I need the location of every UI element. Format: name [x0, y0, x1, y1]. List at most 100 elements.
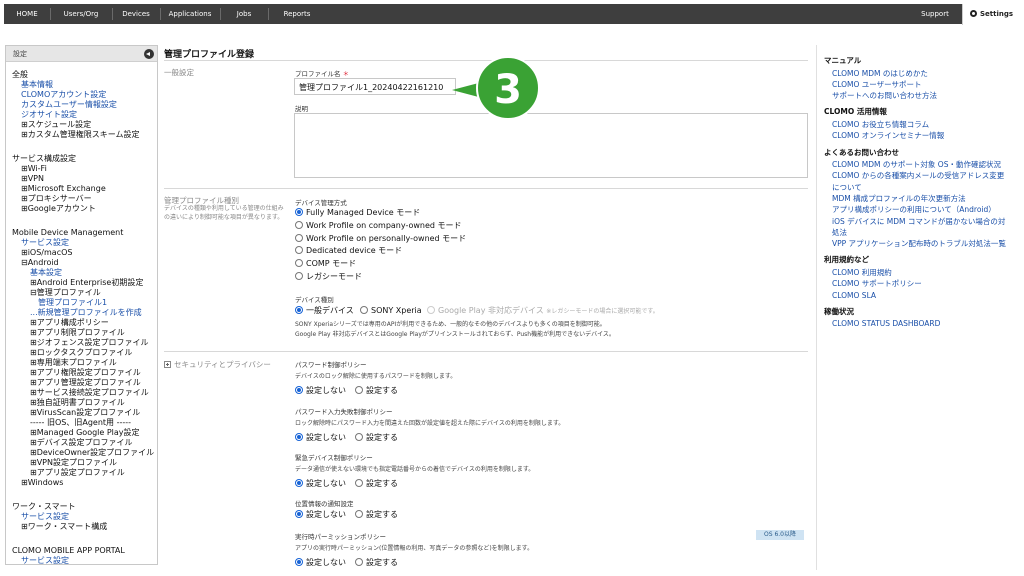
nav-reports[interactable]: Reports	[272, 4, 322, 24]
sidebar-item[interactable]: 全般	[12, 70, 28, 80]
gear-icon	[969, 10, 977, 17]
sidebar-item[interactable]: 基本情報	[21, 80, 53, 90]
sidebar-item[interactable]: ⊞VPN	[21, 174, 44, 184]
help-link[interactable]: サポートへのお問い合わせ方法	[832, 91, 937, 101]
device-mgmt-option[interactable]: Work Profile on company-owned モード	[295, 220, 462, 231]
sidebar-item[interactable]: ワーク・スマート	[12, 502, 76, 512]
sidebar-item[interactable]: サービス設定	[21, 512, 69, 522]
help-link[interactable]: CLOMO お役立ち情報コラム	[832, 120, 929, 130]
policy-option-enabled[interactable]: 設定する	[355, 479, 398, 489]
help-link[interactable]: MDM 構成プロファイルの年次更新方法	[832, 194, 966, 204]
sidebar-item[interactable]: ⊞専用端末プロファイル	[30, 358, 117, 368]
sidebar-item[interactable]: ⊞アプリ制限プロファイル	[30, 328, 125, 338]
sidebar-item[interactable]: ⊞サービス接続設定プロファイル	[30, 388, 149, 398]
sidebar-item[interactable]: ⊞アプリ管理設定プロファイル	[30, 378, 141, 388]
sidebar-item[interactable]: ⊞アプリ設定プロファイル	[30, 468, 125, 478]
sidebar-item[interactable]: ⊞ジオフェンス設定プロファイル	[30, 338, 149, 348]
sidebar-item[interactable]: ⊞VirusScan設定プロファイル	[30, 408, 140, 418]
help-link[interactable]: iOS デバイスに MDM コマンドが届かない場合の対	[832, 217, 1005, 227]
policy-option-disabled[interactable]: 設定しない	[295, 386, 346, 396]
nav-home[interactable]: HOME	[8, 4, 46, 24]
nav-jobs[interactable]: Jobs	[224, 4, 264, 24]
radio-selected-icon	[295, 510, 303, 518]
sidebar-item[interactable]: ...新規管理プロファイルを作成	[30, 308, 142, 318]
help-link[interactable]: CLOMO MDM のはじめかた	[832, 69, 928, 79]
radio-icon	[355, 433, 363, 441]
sidebar-item[interactable]: ⊟管理プロファイル	[30, 288, 101, 298]
sidebar-item[interactable]: ⊞Windows	[21, 478, 63, 488]
help-link[interactable]: について	[832, 183, 862, 193]
sidebar-item[interactable]: ⊞Managed Google Play設定	[30, 428, 140, 438]
section-label-security[interactable]: セキュリティとプライバシー	[164, 359, 271, 370]
sidebar-item[interactable]: ⊞Android Enterprise初期設定	[30, 278, 143, 288]
nav-support[interactable]: Support	[914, 4, 956, 24]
collapse-sidebar-icon[interactable]	[144, 49, 154, 59]
sidebar-item[interactable]: ⊞ワーク・スマート構成	[21, 522, 107, 532]
sidebar-item[interactable]: ⊞Googleアカウント	[21, 204, 96, 214]
help-link[interactable]: 処法	[832, 228, 847, 238]
policy-option-disabled[interactable]: 設定しない	[295, 510, 346, 520]
nav-separator	[268, 8, 269, 20]
help-link[interactable]: VPP アプリケーション配布時のトラブル対処法一覧	[832, 239, 1006, 249]
device-mgmt-option[interactable]: COMP モード	[295, 259, 356, 269]
profile-name-input[interactable]: 管理プロファイル1_20240422161210	[294, 78, 456, 95]
sidebar-item[interactable]: ⊞VPN設定プロファイル	[30, 458, 117, 468]
device-mgmt-option[interactable]: Dedicated device モード	[295, 246, 402, 256]
help-link[interactable]: アプリ構成ポリシーの利用について（Android）	[832, 205, 996, 215]
sidebar-item[interactable]: ⊞アプリ権限設定プロファイル	[30, 368, 141, 378]
policy-option-disabled[interactable]: 設定しない	[295, 433, 346, 443]
device-mgmt-option-label: Dedicated device モード	[306, 246, 403, 256]
sidebar-item[interactable]: ジオサイト設定	[21, 110, 77, 120]
sidebar-item[interactable]: サービス設定	[21, 556, 69, 564]
nav-strip	[4, 4, 1020, 24]
device-type-hint: ※レガシーモードの場合に選択可能です。	[546, 308, 659, 315]
policy-option-disabled[interactable]: 設定しない	[295, 479, 346, 489]
help-panel-divider	[816, 45, 817, 570]
nav-devices[interactable]: Devices	[116, 4, 156, 24]
help-link[interactable]: CLOMO ユーザーサポート	[832, 80, 922, 90]
sidebar-item[interactable]: ⊞カスタム管理権限スキーム設定	[21, 130, 139, 140]
sidebar-item[interactable]: 基本設定	[30, 268, 62, 278]
policy-option-disabled[interactable]: 設定しない	[295, 558, 346, 568]
sidebar-item[interactable]: ⊞アプリ構成ポリシー	[30, 318, 109, 328]
sidebar-item[interactable]: 管理プロファイル1	[38, 298, 107, 308]
help-link[interactable]: CLOMO SLA	[832, 291, 876, 301]
radio-selected-icon	[295, 479, 303, 487]
sidebar-item[interactable]: CLOMO MOBILE APP PORTAL	[12, 546, 125, 556]
help-link[interactable]: CLOMO MDM のサポート対象 OS・動作確認状況	[832, 160, 1001, 170]
policy-option-enabled[interactable]: 設定する	[355, 386, 398, 396]
help-link[interactable]: CLOMO サポートポリシー	[832, 279, 922, 289]
nav-users-org[interactable]: Users/Org	[54, 4, 108, 24]
device-mgmt-option[interactable]: Work Profile on personally-owned モード	[295, 233, 466, 244]
sidebar-item[interactable]: サービス設定	[21, 238, 69, 248]
policy-option-enabled[interactable]: 設定する	[355, 510, 398, 520]
nav-applications[interactable]: Applications	[164, 4, 216, 24]
sidebar-item[interactable]: ⊞デバイス設定プロファイル	[30, 438, 132, 448]
sidebar-item[interactable]: カスタムユーザー情報設定	[21, 100, 117, 110]
help-link[interactable]: CLOMO からの各種案内メールの受信アドレス変更	[832, 171, 1004, 181]
sidebar-item[interactable]: ----- 旧OS、旧Agent用 -----	[30, 418, 131, 428]
device-type-sony-xperia[interactable]: SONY Xperia	[360, 306, 422, 316]
sidebar-item[interactable]: ⊞スケジュール設定	[21, 120, 91, 130]
description-textarea[interactable]	[294, 113, 808, 178]
sidebar-item[interactable]: ⊞ロックタスクプロファイル	[30, 348, 132, 358]
nav-settings-tab[interactable]: Settings	[962, 4, 1020, 25]
sidebar-item[interactable]: ⊞Microsoft Exchange	[21, 184, 106, 194]
device-mgmt-option[interactable]: Fully Managed Device モード	[295, 208, 420, 218]
sidebar-item[interactable]: Mobile Device Management	[12, 228, 123, 238]
sidebar-item[interactable]: CLOMOアカウント設定	[21, 90, 106, 100]
sidebar-item[interactable]: ⊞Wi-Fi	[21, 164, 47, 174]
sidebar-item[interactable]: サービス構成設定	[12, 154, 76, 164]
help-link[interactable]: CLOMO オンラインセミナー情報	[832, 131, 944, 141]
help-link[interactable]: CLOMO 利用規約	[832, 268, 892, 278]
sidebar-item[interactable]: ⊞iOS/macOS	[21, 248, 72, 258]
policy-option-enabled[interactable]: 設定する	[355, 558, 398, 568]
sidebar-item[interactable]: ⊞DeviceOwner設定プロファイル	[30, 448, 154, 458]
sidebar-item[interactable]: ⊞独自証明書プロファイル	[30, 398, 125, 408]
sidebar-item[interactable]: ⊟Android	[21, 258, 59, 268]
help-link[interactable]: CLOMO STATUS DASHBOARD	[832, 319, 940, 329]
sidebar-item[interactable]: ⊞プロキシサーバー	[21, 194, 92, 204]
device-mgmt-option[interactable]: レガシーモード	[295, 272, 362, 282]
device-type-general[interactable]: 一般デバイス	[295, 306, 354, 316]
policy-option-enabled[interactable]: 設定する	[355, 433, 398, 443]
